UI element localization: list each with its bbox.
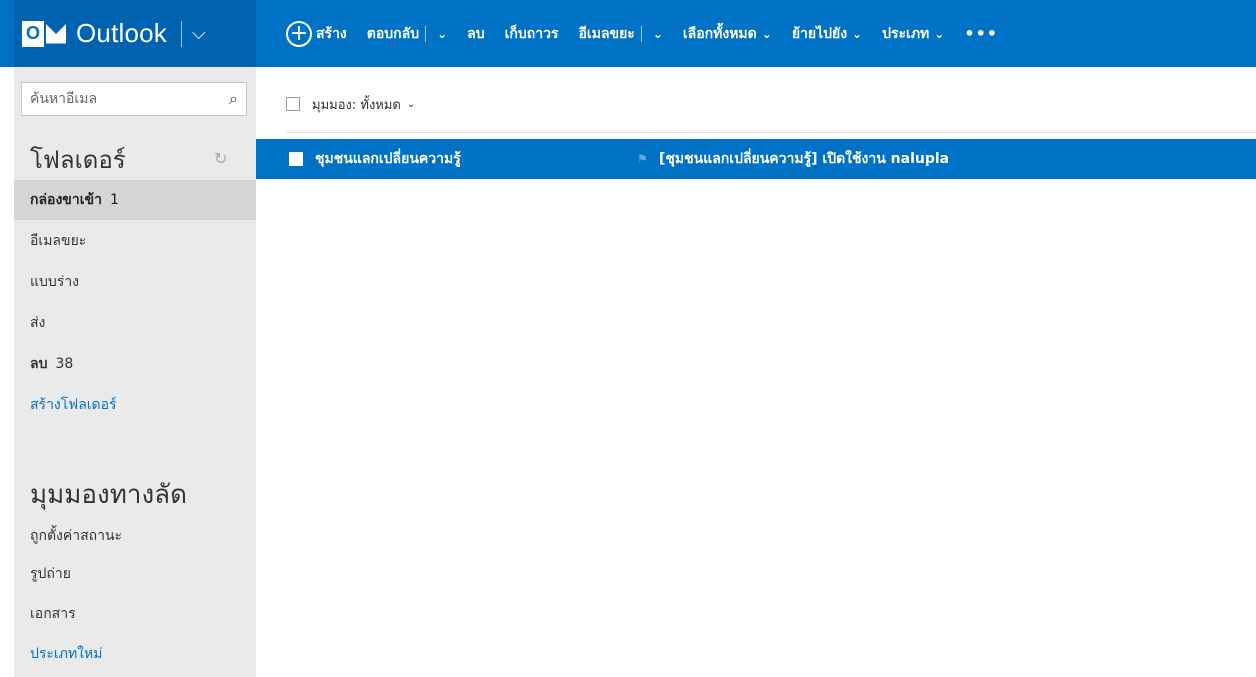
folder-label: ส่ง (30, 315, 46, 331)
chevron-down-icon: ⌄ (761, 26, 772, 41)
categories-label: ประเภท (882, 25, 930, 42)
quick-view-label: รูปถ่าย (30, 566, 71, 582)
new-label: สร้าง (316, 25, 347, 42)
chevron-down-icon[interactable]: ⌄ (437, 27, 447, 41)
outlook-logo-icon: O (22, 20, 68, 48)
folder-label: อีเมลขยะ (30, 233, 87, 249)
folder-deleted[interactable]: ลบ 38 (14, 344, 256, 384)
command-list: + สร้าง ตอบกลับ ⌄ ลบ เก็บถาวร อีเมลขยะ ⌄… (286, 0, 1018, 67)
search-input[interactable]: ค้นหาอีเมล ⌕ (21, 82, 247, 116)
quick-view-flagged[interactable]: ถูกตั้งค่าสถานะ (14, 516, 256, 556)
select-all-label: เลือกทั้งหมด (682, 25, 757, 42)
split-separator (425, 25, 427, 42)
chevron-down-icon: ⌄ (406, 98, 416, 110)
archive-label: เก็บถาวร (504, 25, 559, 42)
folder-drafts[interactable]: แบบร่าง (14, 262, 256, 302)
view-filter-label: มุมมอง: ทั้งหมด (312, 97, 401, 113)
folder-label: กล่องขาเข้า (30, 192, 102, 208)
quick-views-heading: มุมมองทางลัด (30, 480, 187, 510)
more-icon[interactable]: ••• (964, 24, 998, 43)
refresh-icon[interactable]: ↻ (214, 149, 227, 168)
plus-circle-icon: + (286, 20, 312, 47)
folder-count: 1 (109, 192, 119, 208)
split-separator (640, 25, 642, 42)
flag-icon[interactable]: ⚑ (637, 152, 659, 166)
message-checkbox[interactable] (289, 152, 303, 166)
chevron-down-icon: ⌄ (934, 26, 945, 41)
search-icon[interactable]: ⌕ (229, 89, 238, 109)
outlook-window: O Outlook ⌵ + สร้าง ตอบกลับ ⌄ ลบ เก็บถาว… (0, 0, 1256, 677)
quick-view-documents[interactable]: เอกสาร (14, 594, 256, 634)
new-folder-link[interactable]: สร้างโฟลเดอร์ (14, 385, 256, 425)
folder-sent[interactable]: ส่ง (14, 303, 256, 343)
folder-pane: ค้นหาอีเมล ⌕ โฟลเดอร์ ↻ กล่องขาเข้า 1 อี… (14, 67, 256, 677)
brand-separator (181, 20, 183, 47)
reply-label: ตอบกลับ (366, 25, 420, 42)
move-to-label: ย้ายไปยัง (791, 25, 848, 42)
delete-button[interactable]: ลบ (467, 23, 484, 45)
brand-area[interactable]: O Outlook ⌵ (14, 0, 256, 67)
select-all-checkbox[interactable] (286, 97, 300, 111)
quick-view-photos[interactable]: รูปถ่าย (14, 554, 256, 594)
brand-name: Outlook (76, 18, 168, 48)
select-all-button[interactable]: เลือกทั้งหมด ⌄ (683, 23, 772, 45)
chevron-down-icon[interactable]: ⌵ (192, 23, 206, 44)
categories-button[interactable]: ประเภท ⌄ (882, 23, 944, 45)
quick-view-label: เอกสาร (30, 606, 76, 622)
move-to-button[interactable]: ย้ายไปยัง ⌄ (792, 23, 862, 45)
reply-button[interactable]: ตอบกลับ ⌄ (367, 23, 447, 45)
new-category-link[interactable]: ประเภทใหม่ (14, 634, 256, 674)
top-command-bar: O Outlook ⌵ + สร้าง ตอบกลับ ⌄ ลบ เก็บถาว… (0, 0, 1256, 67)
chevron-down-icon: ⌄ (852, 26, 863, 41)
junk-button[interactable]: อีเมลขยะ ⌄ (579, 23, 663, 45)
folder-junk[interactable]: อีเมลขยะ (14, 221, 256, 261)
message-sender: ชุมชนแลกเปลี่ยนความรู้ (315, 151, 461, 167)
message-row[interactable]: ชุมชนแลกเปลี่ยนความรู้ ⚑ [ชุมชนแลกเปลี่ย… (256, 139, 1256, 179)
chevron-down-icon[interactable]: ⌄ (653, 27, 663, 41)
folders-heading: โฟลเดอร์ (30, 146, 126, 174)
folder-count: 38 (55, 356, 74, 372)
message-subject: [ชุมชนแลกเปลี่ยนความรู้] เปิดใช้งาน nalu… (659, 151, 950, 167)
view-filter[interactable]: มุมมอง: ทั้งหมด ⌄ (286, 94, 415, 114)
junk-label: อีเมลขยะ (578, 25, 635, 42)
folder-label: ลบ (30, 356, 48, 372)
folder-label: แบบร่าง (30, 274, 80, 290)
folder-inbox[interactable]: กล่องขาเข้า 1 (14, 180, 256, 220)
archive-button[interactable]: เก็บถาวร (505, 23, 559, 45)
delete-label: ลบ (467, 25, 485, 42)
list-divider (286, 132, 1256, 133)
search-placeholder: ค้นหาอีเมล (30, 91, 98, 107)
quick-view-label: ถูกตั้งค่าสถานะ (30, 528, 123, 544)
new-button[interactable]: + สร้าง (286, 20, 347, 47)
